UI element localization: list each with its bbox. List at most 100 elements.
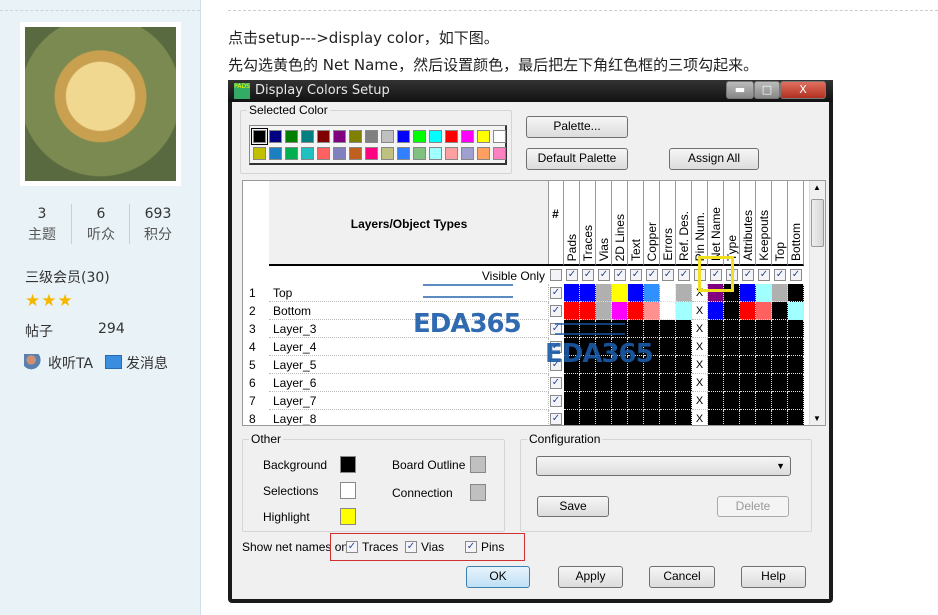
- palette-color-swatch[interactable]: [429, 130, 442, 143]
- color-cell[interactable]: [676, 356, 692, 374]
- configuration-dropdown[interactable]: ▼: [536, 456, 791, 476]
- color-cell[interactable]: [660, 320, 676, 338]
- color-cell[interactable]: [788, 284, 804, 302]
- visible-column-checkbox[interactable]: ✓: [758, 269, 770, 281]
- color-cell[interactable]: [772, 302, 788, 320]
- palette-color-swatch[interactable]: [445, 147, 458, 160]
- save-button[interactable]: Save: [537, 496, 609, 517]
- color-cell[interactable]: [580, 392, 596, 410]
- palette-color-swatch[interactable]: [381, 130, 394, 143]
- selections-color-swatch[interactable]: [340, 482, 356, 499]
- color-cell[interactable]: [756, 320, 772, 338]
- color-cell[interactable]: [772, 392, 788, 410]
- color-cell[interactable]: [612, 410, 628, 425]
- color-cell[interactable]: [676, 374, 692, 392]
- color-cell[interactable]: [740, 356, 756, 374]
- palette-button[interactable]: Palette...: [526, 116, 628, 138]
- color-cell[interactable]: [788, 410, 804, 425]
- color-cell[interactable]: [772, 374, 788, 392]
- palette-color-swatch[interactable]: [493, 130, 506, 143]
- color-cell[interactable]: [788, 374, 804, 392]
- color-cell[interactable]: [660, 374, 676, 392]
- traces-checkbox[interactable]: ✓: [346, 541, 358, 553]
- column-header[interactable]: Keepouts: [756, 181, 772, 266]
- color-cell[interactable]: [708, 392, 724, 410]
- color-cell[interactable]: [628, 392, 644, 410]
- color-cell[interactable]: [596, 392, 612, 410]
- color-cell[interactable]: [564, 410, 580, 425]
- background-color-swatch[interactable]: [340, 456, 356, 473]
- color-cell[interactable]: [628, 320, 644, 338]
- palette-color-swatch[interactable]: [333, 130, 346, 143]
- color-cell[interactable]: [772, 320, 788, 338]
- color-cell[interactable]: [756, 338, 772, 356]
- color-cell[interactable]: [580, 302, 596, 320]
- color-cell[interactable]: [580, 410, 596, 425]
- palette-color-swatch[interactable]: [301, 130, 314, 143]
- color-cell[interactable]: [660, 392, 676, 410]
- palette-color-swatch[interactable]: [477, 130, 490, 143]
- scroll-up-icon[interactable]: ▲: [813, 183, 821, 192]
- color-cell[interactable]: [676, 284, 692, 302]
- visible-column-checkbox[interactable]: ✓: [662, 269, 674, 281]
- palette-color-swatch[interactable]: [301, 147, 314, 160]
- cancel-button[interactable]: Cancel: [649, 566, 715, 588]
- color-cell[interactable]: [772, 284, 788, 302]
- column-header[interactable]: Attributes: [740, 181, 756, 266]
- color-cell[interactable]: [660, 356, 676, 374]
- column-header[interactable]: Pads: [564, 181, 580, 266]
- palette-color-swatch[interactable]: [253, 147, 266, 160]
- visible-column-checkbox[interactable]: ✓: [582, 269, 594, 281]
- stat-topics[interactable]: 3 主题: [17, 204, 67, 246]
- color-cell[interactable]: [708, 338, 724, 356]
- stat-points[interactable]: 693 积分: [133, 204, 183, 246]
- color-cell[interactable]: [564, 302, 580, 320]
- pins-checkbox[interactable]: ✓: [465, 541, 477, 553]
- column-header[interactable]: Type: [724, 181, 740, 266]
- stat-listeners[interactable]: 6 听众: [76, 204, 126, 246]
- member-rank[interactable]: 三级会员(30): [25, 267, 110, 287]
- visible-column-checkbox[interactable]: ✓: [790, 269, 802, 281]
- visible-only-all-checkbox[interactable]: [550, 269, 562, 281]
- close-button[interactable]: X: [780, 81, 826, 99]
- column-header[interactable]: Copper: [644, 181, 660, 266]
- color-cell[interactable]: [676, 410, 692, 425]
- color-cell[interactable]: [564, 284, 580, 302]
- color-cell[interactable]: [724, 356, 740, 374]
- column-header[interactable]: Top: [772, 181, 788, 266]
- palette-color-swatch[interactable]: [349, 130, 362, 143]
- column-header[interactable]: Vias: [596, 181, 612, 266]
- visible-column-checkbox[interactable]: ✓: [630, 269, 642, 281]
- color-cell[interactable]: [708, 374, 724, 392]
- color-cell[interactable]: [644, 284, 660, 302]
- color-cell[interactable]: [596, 284, 612, 302]
- palette-color-swatch[interactable]: [397, 147, 410, 160]
- color-cell[interactable]: [756, 356, 772, 374]
- color-cell[interactable]: [708, 410, 724, 425]
- palette-color-swatch[interactable]: [317, 130, 330, 143]
- visible-column-checkbox[interactable]: ✓: [742, 269, 754, 281]
- color-cell[interactable]: [644, 320, 660, 338]
- board-outline-color-swatch[interactable]: [470, 456, 486, 473]
- color-cell[interactable]: [756, 410, 772, 425]
- layer-visible-checkbox[interactable]: ✓: [550, 287, 562, 299]
- palette-color-swatch[interactable]: [445, 130, 458, 143]
- palette-color-swatch[interactable]: [381, 147, 394, 160]
- palette-color-swatch[interactable]: [493, 147, 506, 160]
- visible-column-checkbox[interactable]: ✓: [678, 269, 690, 281]
- color-cell[interactable]: [644, 392, 660, 410]
- palette-color-swatch[interactable]: [269, 147, 282, 160]
- visible-column-checkbox[interactable]: ✓: [566, 269, 578, 281]
- default-palette-button[interactable]: Default Palette: [526, 148, 628, 170]
- scrollbar-thumb[interactable]: [811, 199, 824, 247]
- color-cell[interactable]: [756, 374, 772, 392]
- color-cell[interactable]: [772, 356, 788, 374]
- visible-column-checkbox[interactable]: ✓: [646, 269, 658, 281]
- palette-color-swatch[interactable]: [429, 147, 442, 160]
- color-cell[interactable]: [740, 302, 756, 320]
- color-cell[interactable]: [612, 284, 628, 302]
- layer-name-cell[interactable]: Layer_8: [269, 410, 549, 425]
- color-cell[interactable]: [772, 410, 788, 425]
- column-header[interactable]: Traces: [580, 181, 596, 266]
- visible-column-checkbox[interactable]: ✓: [598, 269, 610, 281]
